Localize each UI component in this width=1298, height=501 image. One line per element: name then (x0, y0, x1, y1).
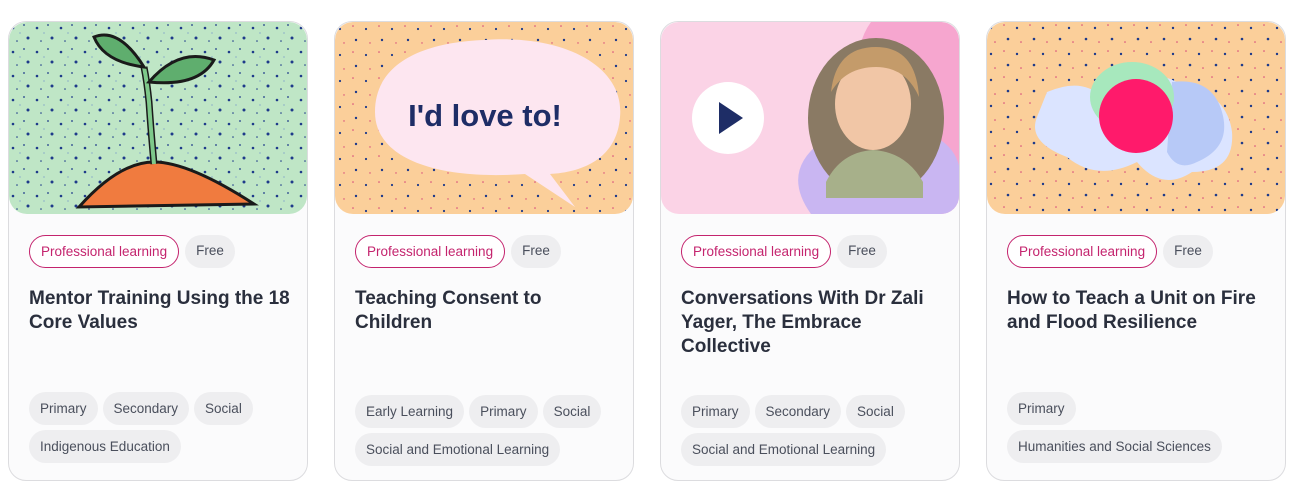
price-badge: Free (185, 235, 235, 268)
course-card-zali-yager[interactable]: Professional learning Free Conversations… (660, 21, 960, 481)
speech-bubble-text: I'd love to! (408, 98, 562, 133)
tag-chip: Primary (29, 392, 98, 425)
card-thumbnail[interactable] (987, 22, 1285, 214)
tag-chip: Early Learning (355, 395, 465, 428)
course-card-teaching-consent[interactable]: I'd love to! Professional learning Free … (334, 21, 634, 481)
price-badge: Free (511, 235, 561, 268)
tag-chip: Primary (681, 395, 750, 428)
tag-chip: Indigenous Education (29, 430, 181, 463)
course-card-fire-flood[interactable]: Professional learning Free How to Teach … (986, 21, 1286, 481)
tag-chip: Social and Emotional Learning (355, 433, 561, 466)
course-card-mentor-training[interactable]: Professional learning Free Mentor Traini… (8, 21, 308, 481)
card-thumbnail[interactable] (9, 22, 307, 214)
tag-chip: Social and Emotional Learning (681, 433, 887, 466)
seedling-illustration (9, 22, 307, 214)
tag-list: Primary Secondary Social Indigenous Educ… (29, 392, 307, 463)
professional-learning-badge: Professional learning (1007, 235, 1158, 268)
tag-list: Early Learning Primary Social Social and… (355, 395, 633, 466)
card-title[interactable]: Mentor Training Using the 18 Core Values (29, 287, 291, 335)
professional-learning-badge: Professional learning (29, 235, 180, 268)
speech-bubble-illustration: I'd love to! (335, 22, 633, 214)
card-title[interactable]: Teaching Consent to Children (355, 287, 617, 335)
video-portrait (661, 22, 959, 214)
card-thumbnail[interactable] (661, 22, 959, 214)
abstract-blob-illustration (987, 22, 1285, 214)
tag-chip: Primary (1007, 392, 1076, 425)
tag-chip: Primary (469, 395, 538, 428)
card-thumbnail[interactable]: I'd love to! (335, 22, 633, 214)
professional-learning-badge: Professional learning (355, 235, 506, 268)
tag-chip: Social (846, 395, 905, 428)
card-title[interactable]: Conversations With Dr Zali Yager, The Em… (681, 287, 943, 359)
professional-learning-badge: Professional learning (681, 235, 832, 268)
tag-chip: Social (194, 392, 253, 425)
tag-list: Primary Secondary Social Social and Emot… (681, 395, 959, 466)
tag-chip: Secondary (102, 392, 190, 425)
tag-chip: Secondary (754, 395, 842, 428)
price-badge: Free (1163, 235, 1213, 268)
tag-chip: Social (542, 395, 602, 428)
price-badge: Free (837, 235, 887, 268)
tag-chip: Humanities and Social Sciences (1007, 430, 1222, 463)
tag-list: Primary Humanities and Social Sciences (1007, 392, 1285, 463)
card-title[interactable]: How to Teach a Unit on Fire and Flood Re… (1007, 287, 1269, 335)
course-card-row: Professional learning Free Mentor Traini… (0, 0, 1298, 501)
